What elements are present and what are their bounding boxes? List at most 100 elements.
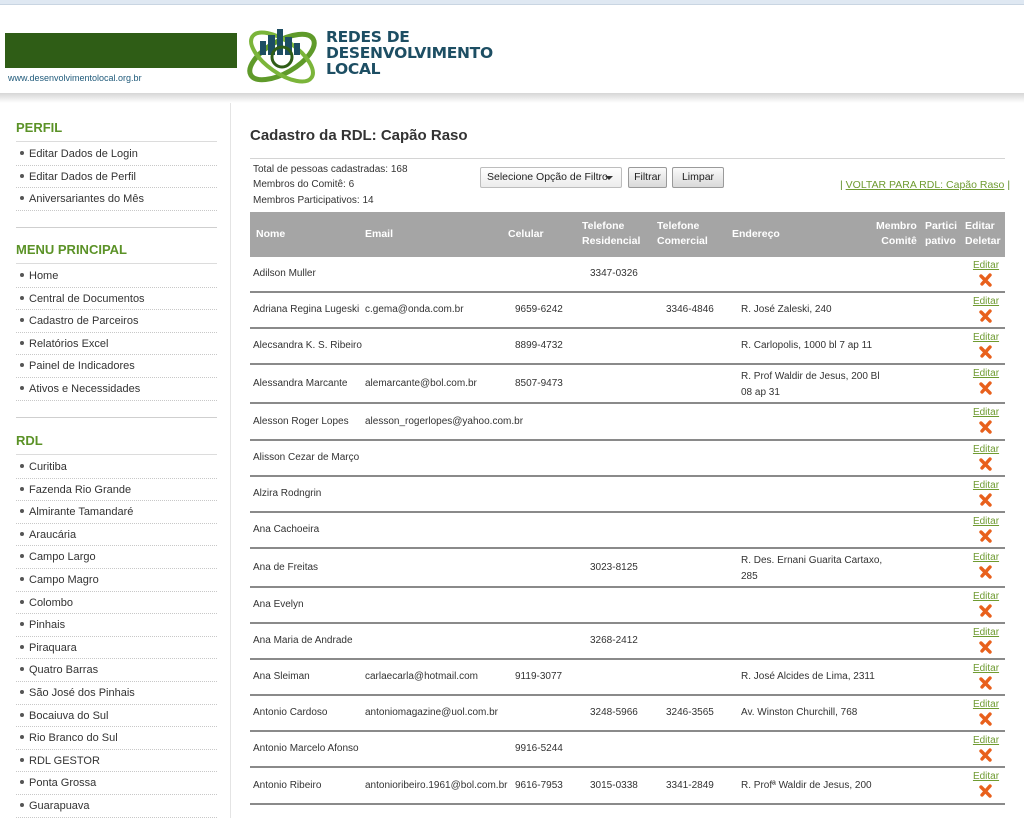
rdl-menu-item[interactable]: São José dos Pinhais: [16, 682, 217, 705]
rdl-menu-item[interactable]: Quatro Barras: [16, 659, 217, 682]
rdl-menu-item[interactable]: Campo Largo: [16, 546, 217, 569]
delete-x-icon[interactable]: [979, 457, 993, 471]
edit-link[interactable]: Editar: [971, 368, 1001, 380]
cell-nome: Adilson Muller: [253, 268, 316, 279]
rdl-menu-item[interactable]: Piraquara: [16, 637, 217, 660]
table-row: Ana Sleiman carlaecarla@hotmail.com 9119-3…: [250, 660, 1005, 696]
edit-link[interactable]: Editar: [971, 663, 1001, 675]
globe-logo-icon: [247, 29, 317, 84]
edit-link[interactable]: Editar: [971, 699, 1001, 711]
row-actions: Editar: [971, 699, 1001, 726]
bullet-icon: [20, 576, 24, 581]
main-menu-item[interactable]: Ativos e Necessidades: [16, 378, 217, 401]
delete-x-icon[interactable]: [979, 712, 993, 726]
edit-link[interactable]: Editar: [971, 260, 1001, 272]
bullet-icon: [20, 644, 24, 649]
main-menu-item[interactable]: Cadastro de Parceiros: [16, 310, 217, 333]
table-row: Ana Cachoeira Editar: [250, 513, 1005, 549]
main-menu-title-rule: [16, 263, 217, 264]
perfil-menu-item[interactable]: Editar Dados de Perfil: [16, 166, 217, 189]
table-row: Adilson Muller 3347-0326 Editar: [250, 257, 1005, 293]
col-tel-com-line2: Comercial: [657, 235, 708, 247]
cell-nome: Alesson Roger Lopes: [253, 415, 349, 427]
rdl-menu-item[interactable]: RDL GESTOR: [16, 750, 217, 773]
edit-link[interactable]: Editar: [971, 332, 1001, 344]
rdl-menu-item[interactable]: Fazenda Rio Grande: [16, 479, 217, 502]
table-row: Antonio Ribeiro antonioribeiro.1961@bol.c…: [250, 768, 1005, 805]
main-menu-item-label: Central de Documentos: [29, 292, 145, 305]
main-menu-item[interactable]: Home: [16, 265, 217, 288]
table-row: Antonio Marcelo Afonso 9916-5244 Editar: [250, 732, 1005, 768]
rdl-menu-item-label: Campo Magro: [29, 573, 99, 586]
edit-link[interactable]: Editar: [971, 735, 1001, 747]
cell-endereco: Av. Winston Churchill, 768: [741, 707, 858, 718]
rdl-menu-item[interactable]: Campo Magro: [16, 569, 217, 592]
delete-x-icon[interactable]: [979, 640, 993, 654]
delete-x-icon[interactable]: [979, 273, 993, 287]
row-actions: Editar: [971, 332, 1001, 359]
delete-x-icon[interactable]: [979, 420, 993, 434]
edit-link[interactable]: Editar: [971, 627, 1001, 639]
perfil-menu-item[interactable]: Editar Dados de Login: [16, 143, 217, 166]
back-to-rdl-link[interactable]: VOLTAR PARA RDL: Capão Raso: [846, 179, 1005, 191]
delete-x-icon[interactable]: [979, 676, 993, 690]
clear-button[interactable]: Limpar: [672, 167, 724, 188]
edit-link[interactable]: Editar: [971, 407, 1001, 419]
rdl-menu-item[interactable]: Rio Branco do Sul: [16, 727, 217, 750]
main-menu: Home Central de Documentos Cadastro de Par…: [16, 265, 217, 401]
cell-celular: 9916-5244: [515, 743, 563, 754]
edit-link[interactable]: Editar: [971, 480, 1001, 492]
title-rule: [250, 158, 1005, 159]
cell-tel-res: 3023-8125: [590, 561, 638, 573]
perfil-menu-item-label: Aniversariantes do Mês: [29, 193, 144, 206]
delete-x-icon[interactable]: [979, 565, 993, 579]
main-menu-item[interactable]: Central de Documentos: [16, 288, 217, 311]
cell-celular: 9119-3077: [515, 671, 563, 682]
cell-nome: Alisson Cezar de Março: [253, 452, 360, 463]
bullet-icon: [20, 173, 24, 178]
rdl-menu-item[interactable]: Almirante Tamandaré: [16, 501, 217, 524]
rdl-menu-item[interactable]: Colombo: [16, 592, 217, 615]
cell-nome: Ana Cachoeira: [253, 524, 320, 535]
perfil-menu-item[interactable]: Aniversariantes do Mês: [16, 188, 217, 211]
edit-link[interactable]: Editar: [971, 296, 1001, 308]
rdl-menu-item-label: Fazenda Rio Grande: [29, 483, 132, 496]
delete-x-icon[interactable]: [979, 529, 993, 543]
edit-link[interactable]: Editar: [971, 771, 1001, 783]
delete-x-icon[interactable]: [979, 604, 993, 618]
col-tel-res: Telefone Residencial: [582, 219, 640, 249]
rdl-menu-item[interactable]: Bocaiuva do Sul: [16, 705, 217, 728]
rdl-menu-item[interactable]: Guarapuava: [16, 795, 217, 818]
row-actions: Editar: [971, 480, 1001, 507]
cell-nome: Antonio Cardoso: [253, 707, 328, 718]
main-menu-item[interactable]: Painel de Indicadores: [16, 355, 217, 378]
table-row: Alecsandra K. S. Ribeiro 8899-4732 R. Carl…: [250, 329, 1005, 365]
main-menu-item[interactable]: Relatórios Excel: [16, 333, 217, 356]
edit-link[interactable]: Editar: [971, 552, 1001, 564]
col-celular: Celular: [508, 228, 544, 240]
col-tel-com-line1: Telefone: [657, 220, 700, 232]
rdl-menu-item[interactable]: Pinhais: [16, 614, 217, 637]
delete-x-icon[interactable]: [979, 748, 993, 762]
delete-x-icon[interactable]: [979, 381, 993, 395]
delete-x-icon[interactable]: [979, 309, 993, 323]
cell-tel-res: 3268-2412: [590, 635, 638, 646]
row-actions: Editar: [971, 627, 1001, 654]
bullet-icon: [20, 196, 24, 201]
rdl-menu-item[interactable]: Ponta Grossa: [16, 772, 217, 795]
edit-link[interactable]: Editar: [971, 516, 1001, 528]
delete-x-icon[interactable]: [979, 493, 993, 507]
table-row: Alessandra Marcante alemarcante@bol.com.b…: [250, 365, 1005, 404]
delete-x-icon[interactable]: [979, 345, 993, 359]
cell-endereco: R. Des. Ernani Guarita Cartaxo, 285: [741, 554, 883, 582]
cell-tel-res: 3347-0326: [590, 268, 638, 279]
rdl-menu-item[interactable]: Araucária: [16, 524, 217, 547]
edit-link[interactable]: Editar: [971, 591, 1001, 603]
filter-button[interactable]: Filtrar: [628, 167, 667, 188]
delete-x-icon[interactable]: [979, 784, 993, 798]
edit-link[interactable]: Editar: [971, 444, 1001, 456]
filter-select[interactable]: Selecione Opção de Filtro: [480, 167, 622, 188]
cell-email: alemarcante@bol.com.br: [365, 377, 477, 389]
bullet-icon: [20, 667, 24, 672]
rdl-menu-item[interactable]: Curitiba: [16, 456, 217, 479]
